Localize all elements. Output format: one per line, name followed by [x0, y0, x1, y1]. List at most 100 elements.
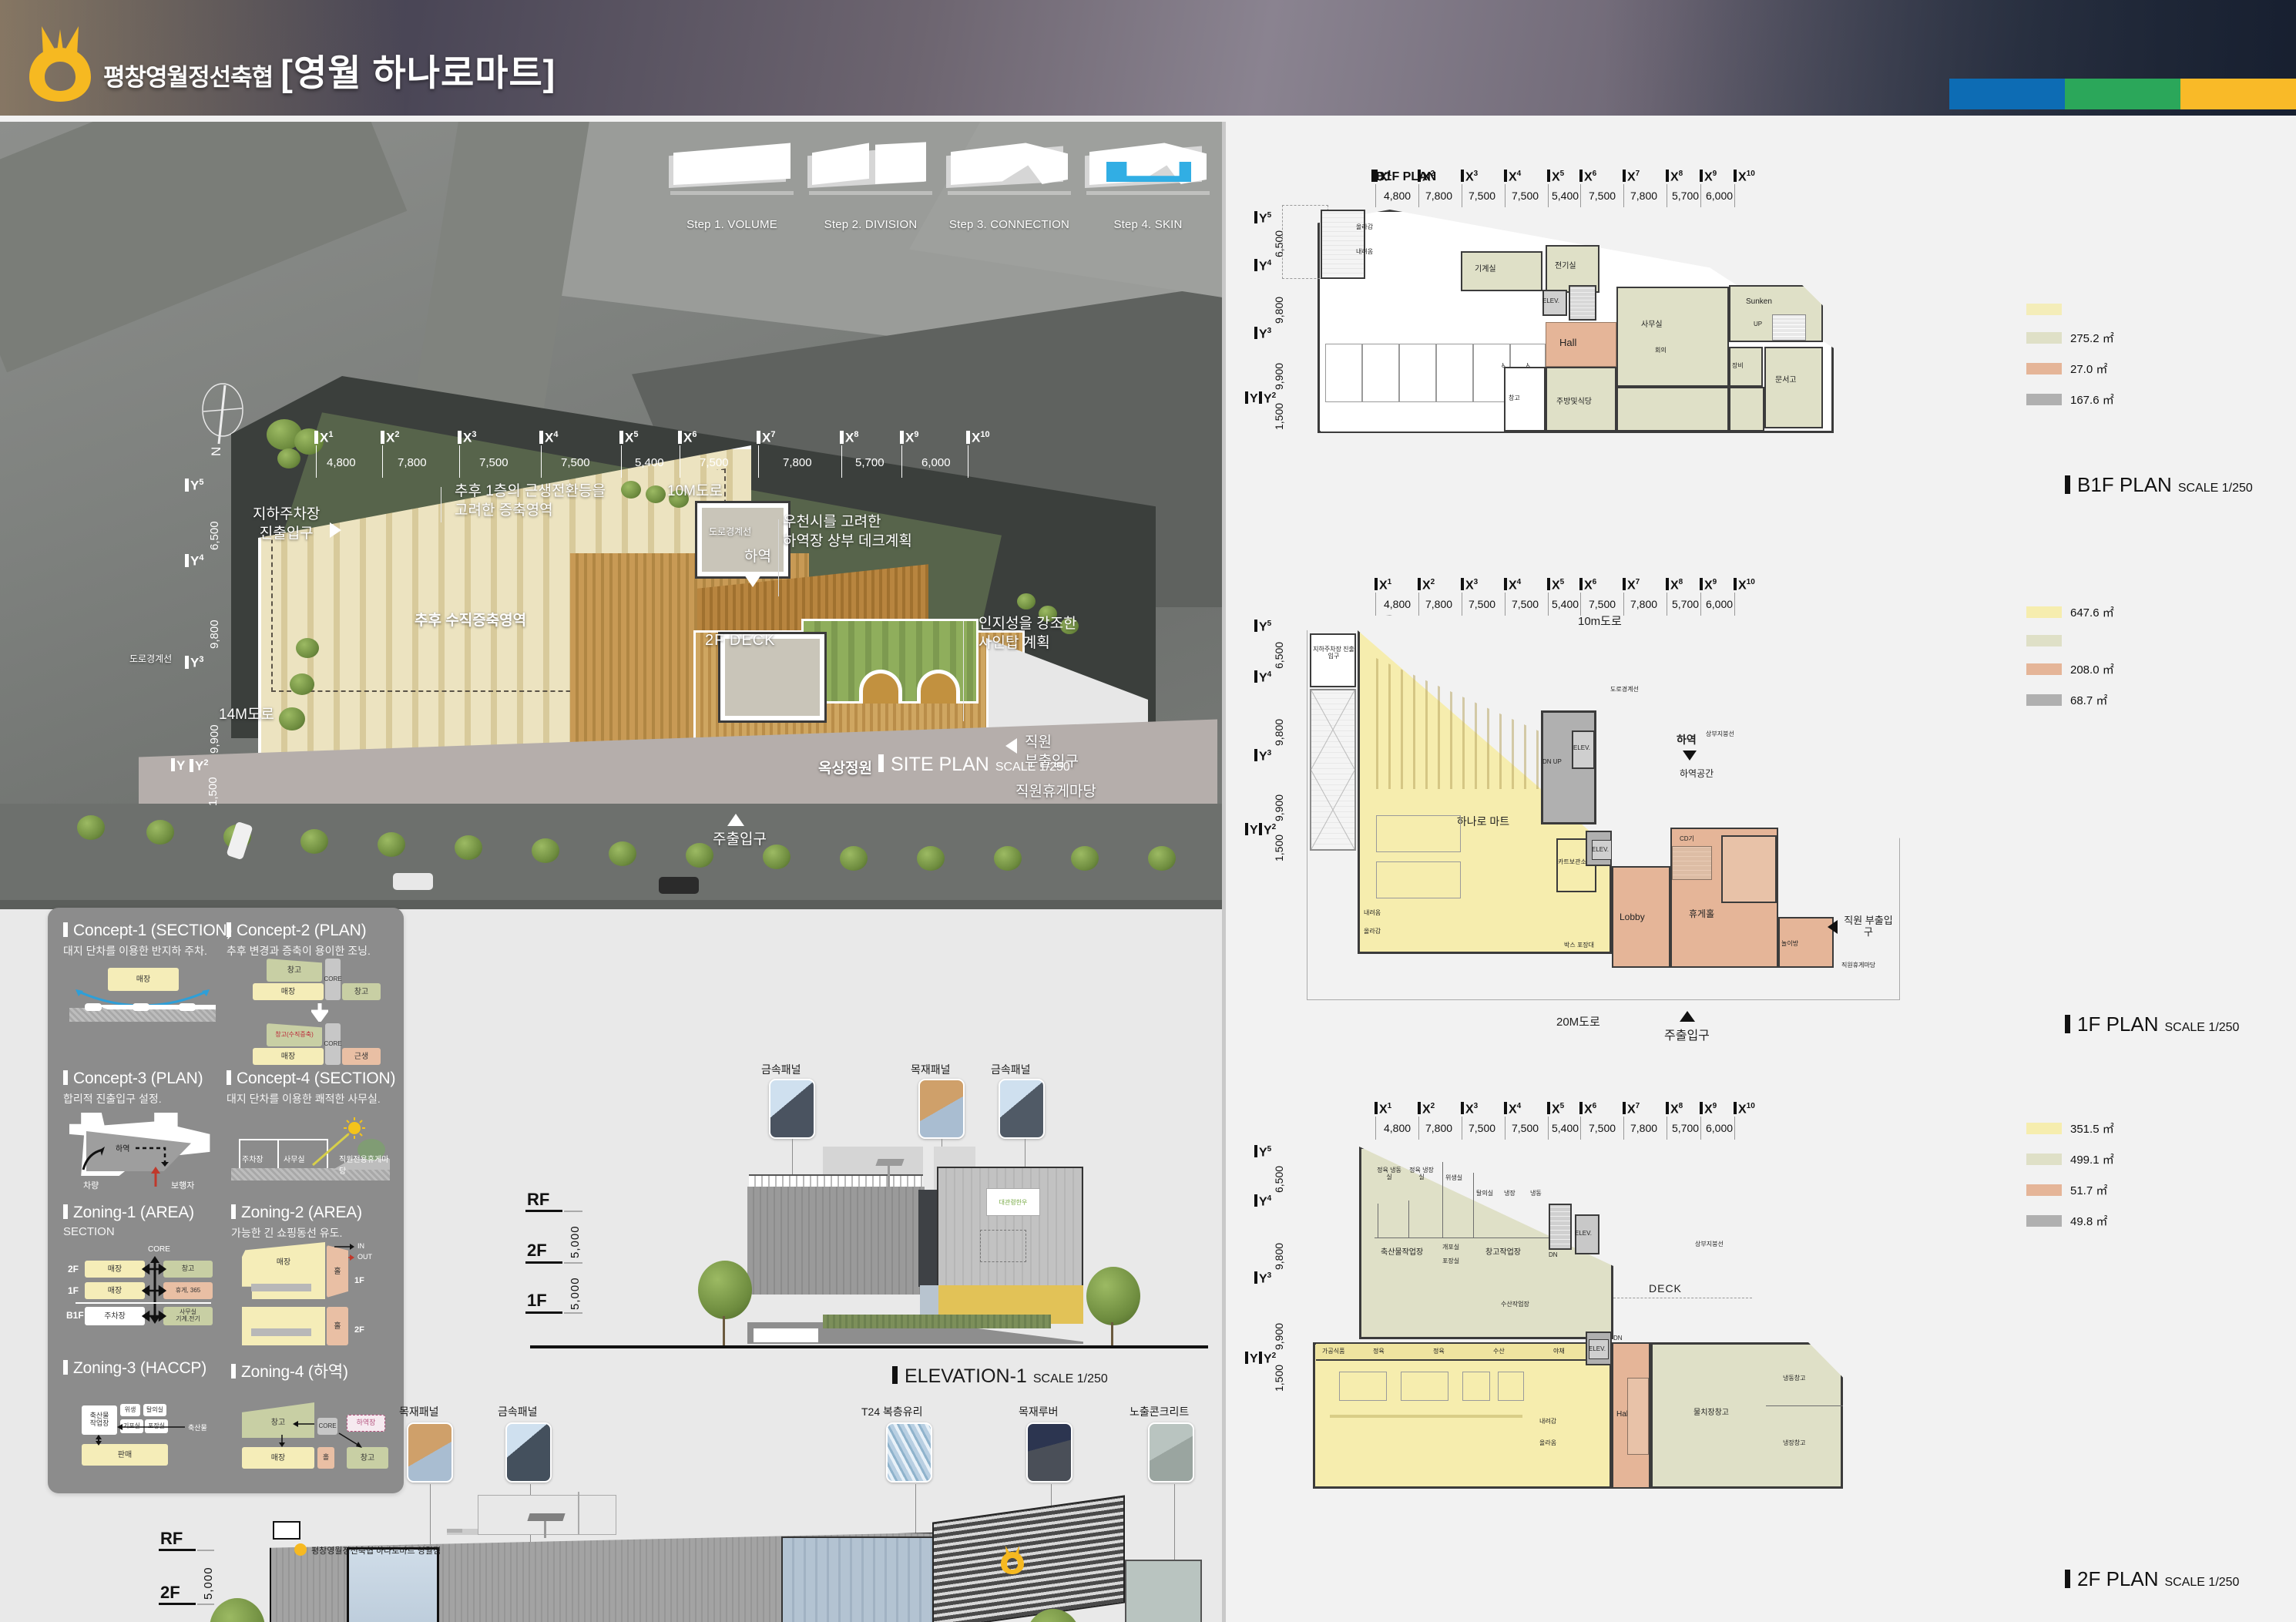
- annotation-roof-line: 상부지붕선: [1695, 1241, 1724, 1248]
- annotation-unloading: 하역: [744, 549, 771, 565]
- zoning-1-cell: 창고: [163, 1261, 213, 1278]
- elev2-signage: 평창영월정선축협 하나로마트 영월점: [311, 1545, 441, 1556]
- material-chip-wood-louver: [1026, 1422, 1072, 1483]
- material-label: 목재패널: [911, 1063, 951, 1076]
- massing-step-1: Step 1. VOLUME: [663, 131, 801, 231]
- zoning-1-title: Zoning-1 (AREA): [63, 1204, 225, 1222]
- material-chip-wood-panel: [918, 1079, 965, 1139]
- material-label: 목재패널: [399, 1405, 439, 1418]
- annotation-basement-parking-entry: 지하주차장 진출입구: [253, 506, 321, 542]
- concept-3-title: Concept-3 (PLAN): [63, 1070, 217, 1088]
- concept-3-diagram: 하역 차량 보행자: [69, 1113, 216, 1190]
- annotation-road-20m: 20M도로: [1556, 1016, 1600, 1029]
- 2f-room: 야채: [1553, 1348, 1565, 1355]
- 1f-room: Lobby: [1620, 912, 1645, 922]
- north-label: N: [209, 447, 223, 456]
- material-chip-metal-panel: [999, 1079, 1045, 1139]
- zoning-1-cell: 주차장: [85, 1307, 145, 1325]
- 1f-room: 휴게홀: [1689, 908, 1715, 919]
- concept-4-title: Concept-4 (SECTION): [227, 1070, 396, 1088]
- annotation-vertical-extension: 추후 수직증축영역: [415, 613, 527, 629]
- massing-step-2-label: Step 2. DIVISION: [824, 218, 918, 231]
- concept-4-label: 주차장: [242, 1156, 264, 1164]
- 2f-room: 포장실: [1442, 1258, 1460, 1264]
- elevation-2: 목재패널 금속패널 T24 복층유리 목재루버 노출콘크리트 RF 2F 1F: [116, 1378, 1210, 1622]
- legend-item: 208.0 ㎡: [2026, 661, 2114, 677]
- b1f-room: 창고: [1509, 395, 1520, 401]
- zoning-2-desc: 가능한 긴 쇼핑동선 유도.: [231, 1227, 343, 1239]
- annotation-staff-yard: 직원휴게마당: [1015, 784, 1096, 800]
- annotation-road-14m: 14M도로: [219, 707, 274, 723]
- concept-3: Concept-3 (PLAN) 합리적 진출입구 설정. 하역 차량 보행자: [63, 1070, 217, 1190]
- annotation-deck-plan: 우천시를 고려한 하역장 상부 데크계획: [783, 514, 912, 549]
- page-header: 평창영월정선축협 [영월 하나로마트]: [0, 0, 2296, 122]
- legend-item: 51.7 ㎡: [2026, 1182, 2114, 1198]
- annotation-road-boundary: 도로경계선: [709, 526, 752, 537]
- massing-steps: Step 1. VOLUME Step 2. DIVISION Step 3. …: [663, 131, 1217, 231]
- massing-step-4-label: Step 4. SKIN: [1113, 218, 1183, 231]
- b1f-room: 기계실: [1475, 265, 1496, 274]
- concept-1-diagram: 매장: [69, 965, 216, 1029]
- unloading-arrow-icon: [744, 575, 761, 587]
- annotation-road-10m: 10M도로: [667, 483, 723, 499]
- b1f-room: 사무실: [1641, 321, 1663, 329]
- 2f-room: 탈의실: [1476, 1190, 1494, 1197]
- concept-2-box: 창고: [342, 983, 381, 1000]
- 2f-deck-label: DECK: [1649, 1282, 1682, 1295]
- material-label: T24 복층유리: [861, 1405, 923, 1418]
- annotation-main-entry: 주출입구: [1664, 1029, 1710, 1043]
- zoning-1-cell: 사무실 기계,전기: [163, 1307, 213, 1325]
- material-chip-wood-panel: [407, 1422, 453, 1483]
- legend-item: [2026, 304, 2114, 315]
- 2f-room: 축산물작업장: [1381, 1248, 1424, 1257]
- zoning-2-title: Zoning-2 (AREA): [231, 1204, 396, 1222]
- b1f-room: 주방및식당: [1556, 398, 1592, 406]
- concept-2-title: Concept-2 (PLAN): [227, 922, 396, 940]
- plan-2f: X1 X2 X3 X4 X5 X6 X7 X8 X9 X10 4,800 7,8…: [1225, 1077, 2296, 1622]
- level-2f: 2F: [160, 1583, 180, 1602]
- massing-step-2: Step 2. DIVISION: [801, 131, 940, 231]
- zoning-2: Zoning-2 (AREA) 가능한 긴 쇼핑동선 유도. 매장 홀 1F I…: [231, 1204, 396, 1345]
- concept-1-desc: 대지 단차를 이용한 반지하 주차.: [63, 945, 207, 957]
- 2f-room: 정육 냉동실: [1377, 1167, 1401, 1181]
- 1f-label: 직원 부출입구: [1844, 915, 1893, 938]
- legend-item: 27.0 ㎡: [2026, 361, 2114, 377]
- zoning-1-desc: SECTION: [63, 1225, 115, 1238]
- material-label: 목재루버: [1019, 1405, 1059, 1418]
- concept-2-box: 근생: [342, 1048, 381, 1065]
- 2f-room: 가공식품: [1322, 1348, 1345, 1355]
- elev1-signboard: 대관령한우: [999, 1198, 1028, 1206]
- car-icon: [393, 873, 433, 890]
- 1f-plan-title: 1F PLAN SCALE 1/250: [2065, 1012, 2239, 1036]
- 2f-room: 정육: [1373, 1348, 1385, 1355]
- right-panel: B1F PLAN X1 X2 X3 X4 X5 X6 X7 X8 X9 X10 …: [1225, 122, 2296, 1622]
- main-entry-arrow-icon: [1680, 1011, 1695, 1022]
- elev2-signage-group: 평창영월정선축협 하나로마트 영월점: [294, 1543, 441, 1556]
- concept-1-title: Concept-1 (SECTION): [63, 922, 232, 940]
- zoning-2-diagram: 매장 홀 1F IN OUT 홀 2F: [242, 1242, 396, 1356]
- plan-1f: X1 X2 X3 X4 X5 X6 X7 X8 X9 X10 4,800 7,8…: [1225, 530, 2296, 1085]
- level-1f: 1F: [527, 1291, 547, 1310]
- zoning-3: Zoning-3 (HACCP) 축산물 작업장 위생 탈의실 기포실 포장실 …: [63, 1359, 225, 1466]
- annotation-sign-tower: 인지성을 강조한 사인탑 계획: [978, 616, 1077, 651]
- nonghyup-logo-small: [1001, 1546, 1024, 1574]
- legend-item: 68.7 ㎡: [2026, 692, 2114, 708]
- header-color-bars: [1949, 79, 2296, 109]
- staff-entry-arrow-icon: [1005, 738, 1017, 754]
- zoning-2-floor: 2F: [354, 1325, 364, 1335]
- legend-item: 499.1 ㎡: [2026, 1151, 2114, 1167]
- panel-divider: [1222, 122, 1226, 1622]
- legend-item: 647.6 ㎡: [2026, 604, 2114, 620]
- brand-title: 평창영월정선축협 [영월 하나로마트]: [103, 43, 556, 96]
- 1f-legend: 647.6 ㎡ 208.0 ㎡ 68.7 ㎡: [2026, 604, 2114, 723]
- material-label: 금속패널: [991, 1063, 1031, 1076]
- elev1-dim: 5,000: [569, 1225, 582, 1258]
- zoning-1-diagram: CORE 2F 매장 창고 1F 매장 휴게, 365 B1F 주차장 사무실 …: [66, 1245, 220, 1330]
- elevation-1: 금속패널 목재패널 금속패널 RF 2F 1F 5,000 5,000 대관령한…: [478, 1039, 1210, 1401]
- annotation-roof-line: 상부지붕선: [1706, 730, 1734, 737]
- b1f-legend: 275.2 ㎡ 27.0 ㎡ 167.6 ㎡: [2026, 304, 2114, 422]
- massing-step-3: Step 3. CONNECTION: [940, 131, 1079, 231]
- annotation-main-entry: 주출입구: [713, 831, 767, 848]
- material-chip-metal-panel: [769, 1079, 815, 1139]
- massing-step-4: Step 4. SKIN: [1079, 131, 1217, 231]
